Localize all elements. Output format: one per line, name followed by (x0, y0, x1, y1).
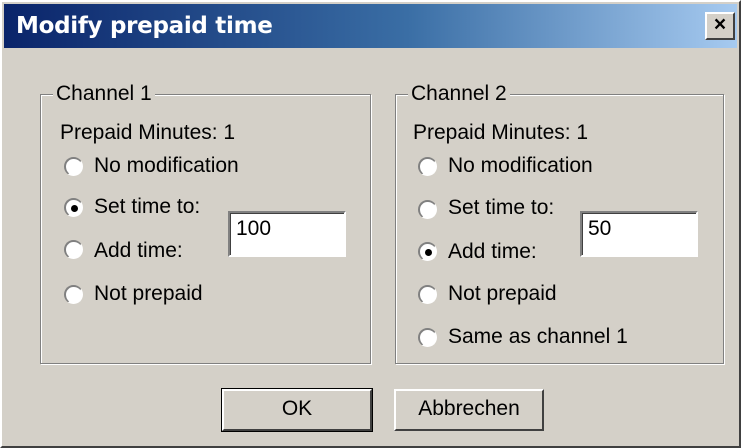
radio-icon[interactable] (418, 285, 437, 304)
channel-1-prepaid-minutes: Prepaid Minutes: 1 (60, 121, 236, 144)
radio-label: Add time: (94, 239, 183, 262)
radio-icon[interactable] (64, 285, 83, 304)
radio-icon[interactable] (64, 240, 83, 259)
channel-1-label: Channel 1 (53, 81, 155, 107)
radio-label: No modification (448, 154, 593, 177)
channel-2-time-input[interactable]: 50 (580, 211, 698, 257)
close-button[interactable]: × (705, 12, 735, 40)
radio-selected-icon[interactable] (64, 198, 83, 217)
radio-icon[interactable] (418, 157, 437, 176)
channel-2-prepaid-minutes: Prepaid Minutes: 1 (413, 121, 589, 144)
radio-label: Set time to: (448, 196, 555, 219)
radio-label: Add time: (448, 240, 537, 263)
close-icon: × (713, 13, 727, 36)
dialog-title: Modify prepaid time (16, 13, 273, 39)
title-bar: Modify prepaid time × (4, 4, 737, 48)
radio-icon[interactable] (418, 200, 437, 219)
radio-selected-icon[interactable] (418, 242, 437, 261)
radio-icon[interactable] (64, 157, 83, 176)
ok-button[interactable]: OK (221, 388, 373, 432)
cancel-button[interactable]: Abbrechen (394, 389, 544, 431)
radio-label: Set time to: (94, 195, 201, 218)
radio-label: No modification (94, 154, 239, 177)
radio-label: Not prepaid (448, 282, 557, 305)
radio-icon[interactable] (418, 328, 437, 347)
channel-1-time-input[interactable]: 100 (228, 211, 346, 257)
channel-2-label: Channel 2 (408, 81, 510, 107)
modify-prepaid-time-dialog: Modify prepaid time × Channel 1 Prepaid … (0, 0, 741, 448)
radio-label: Same as channel 1 (448, 325, 628, 348)
radio-label: Not prepaid (94, 282, 203, 305)
